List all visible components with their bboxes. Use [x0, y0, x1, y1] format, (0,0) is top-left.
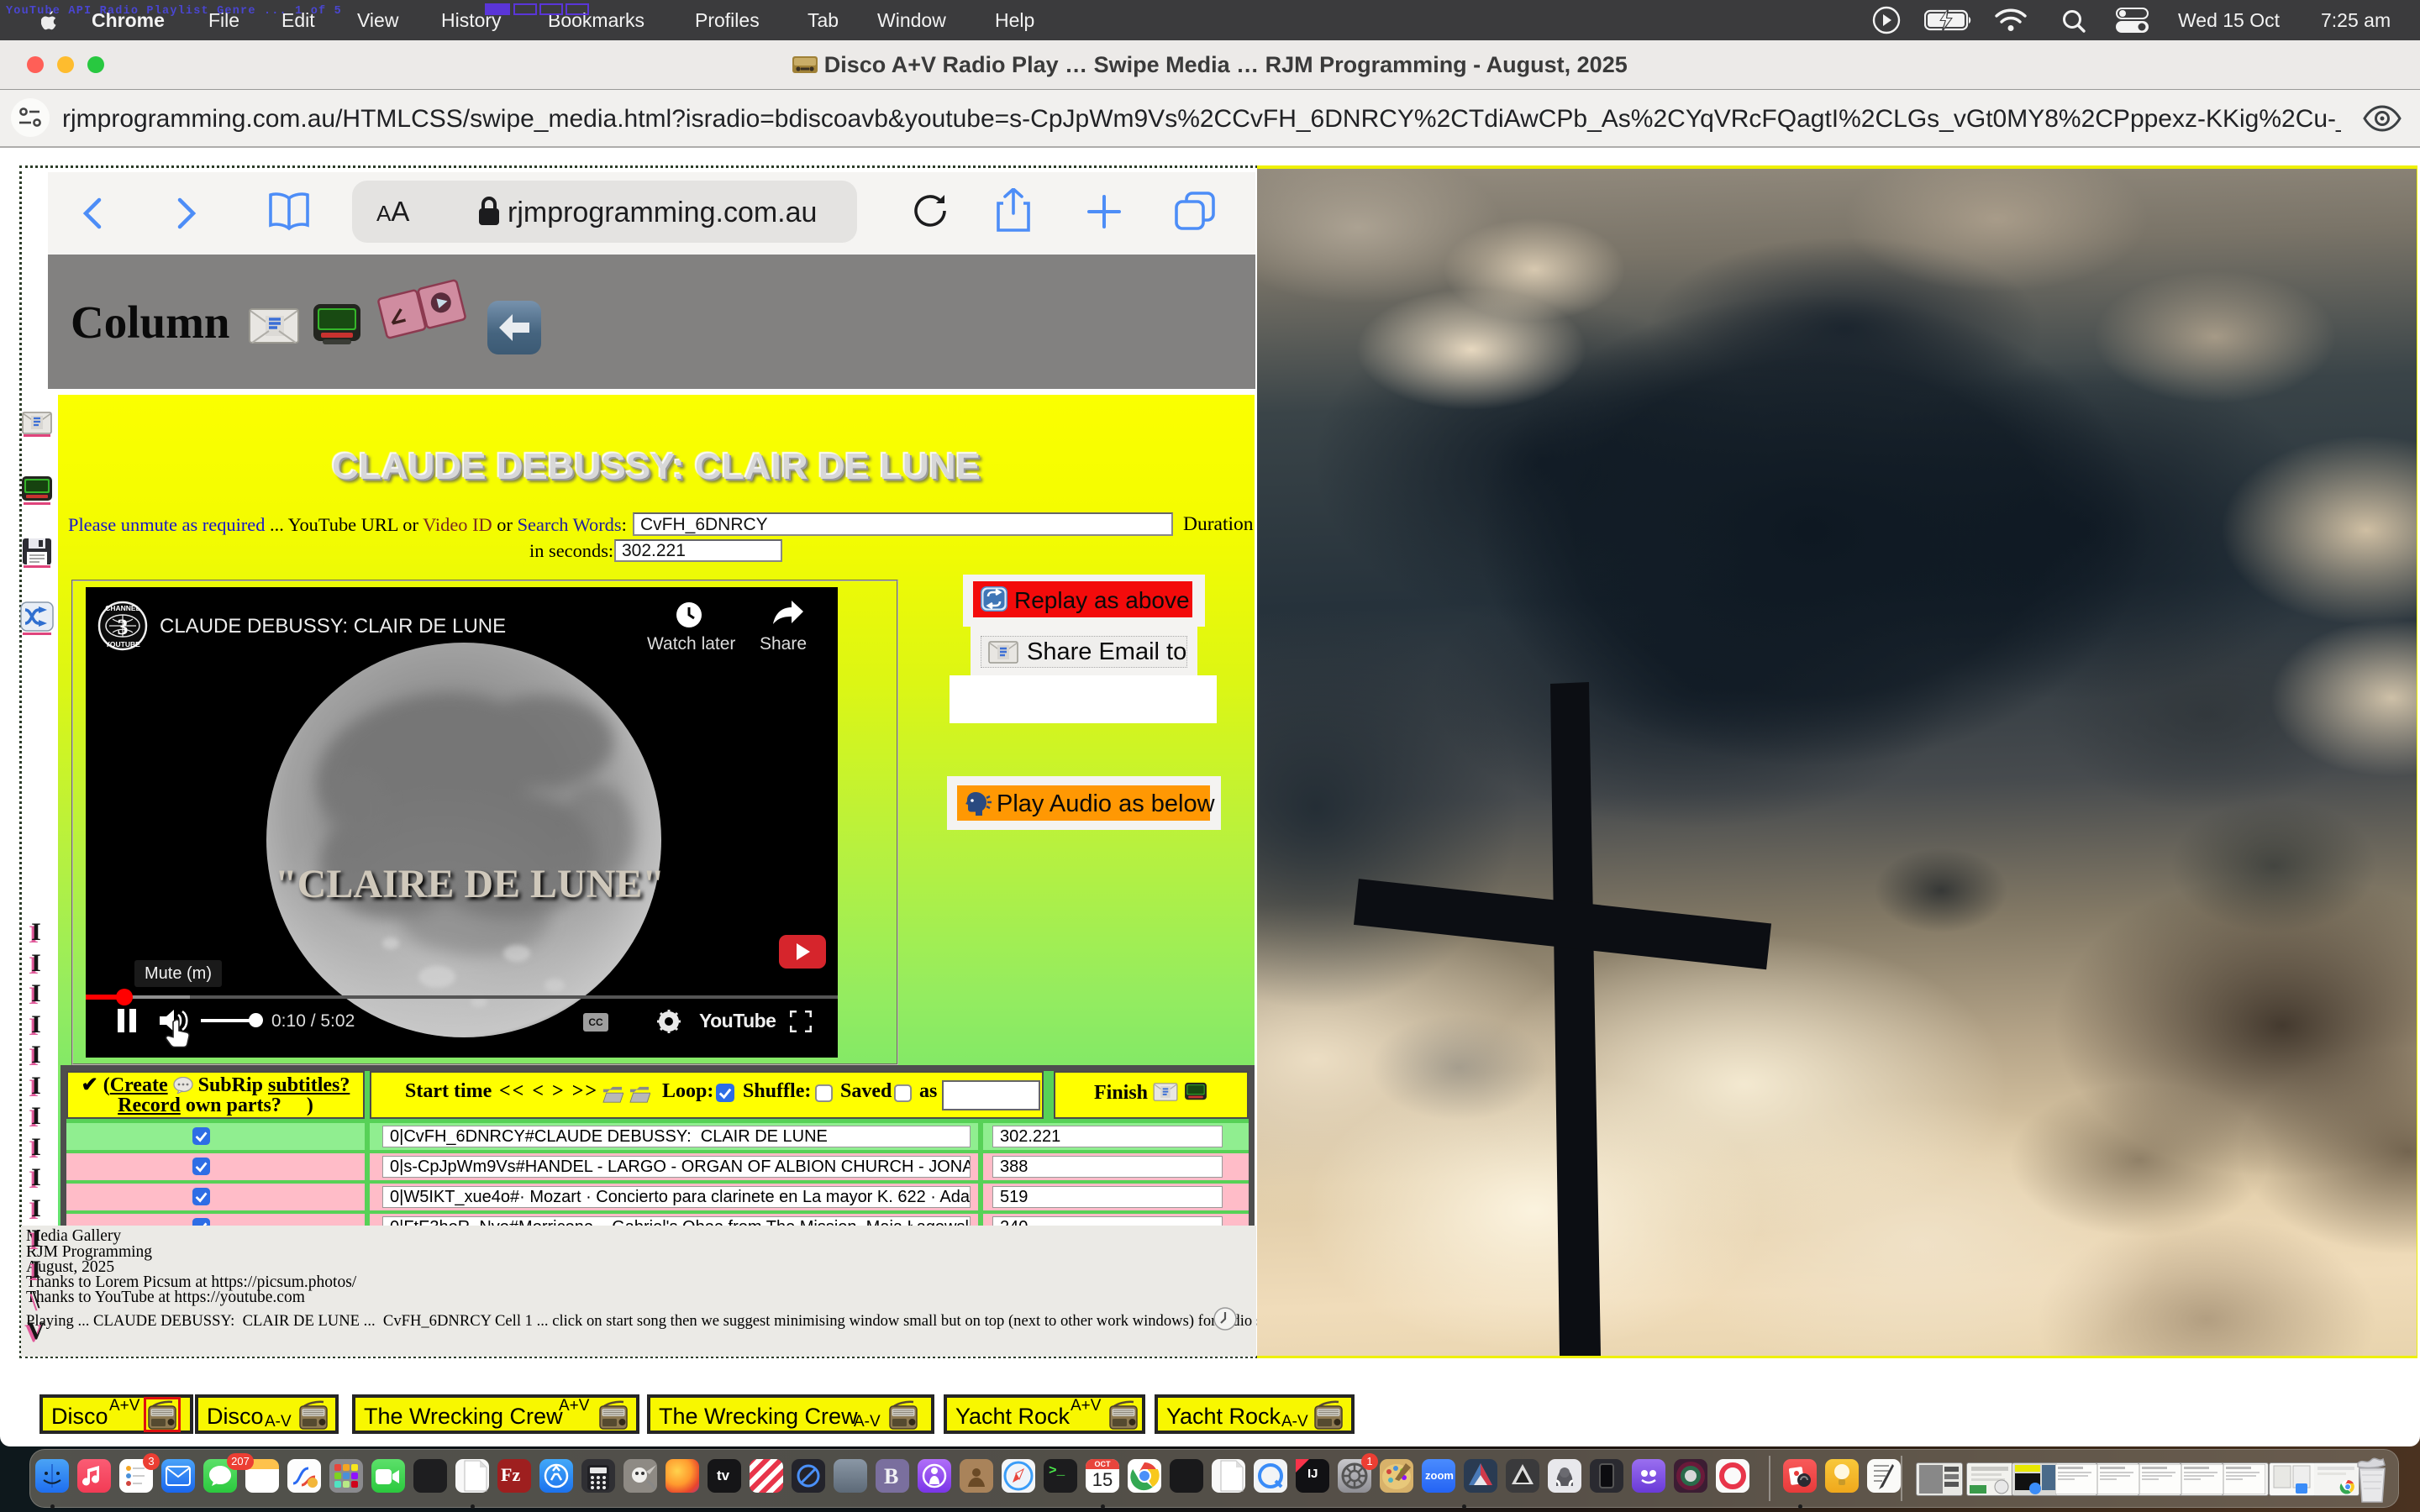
svg-text:3: 3 — [118, 615, 129, 639]
svg-text:CHANNEL: CHANNEL — [105, 604, 140, 612]
svg-text:YOUTUBE: YOUTUBE — [105, 640, 140, 648]
